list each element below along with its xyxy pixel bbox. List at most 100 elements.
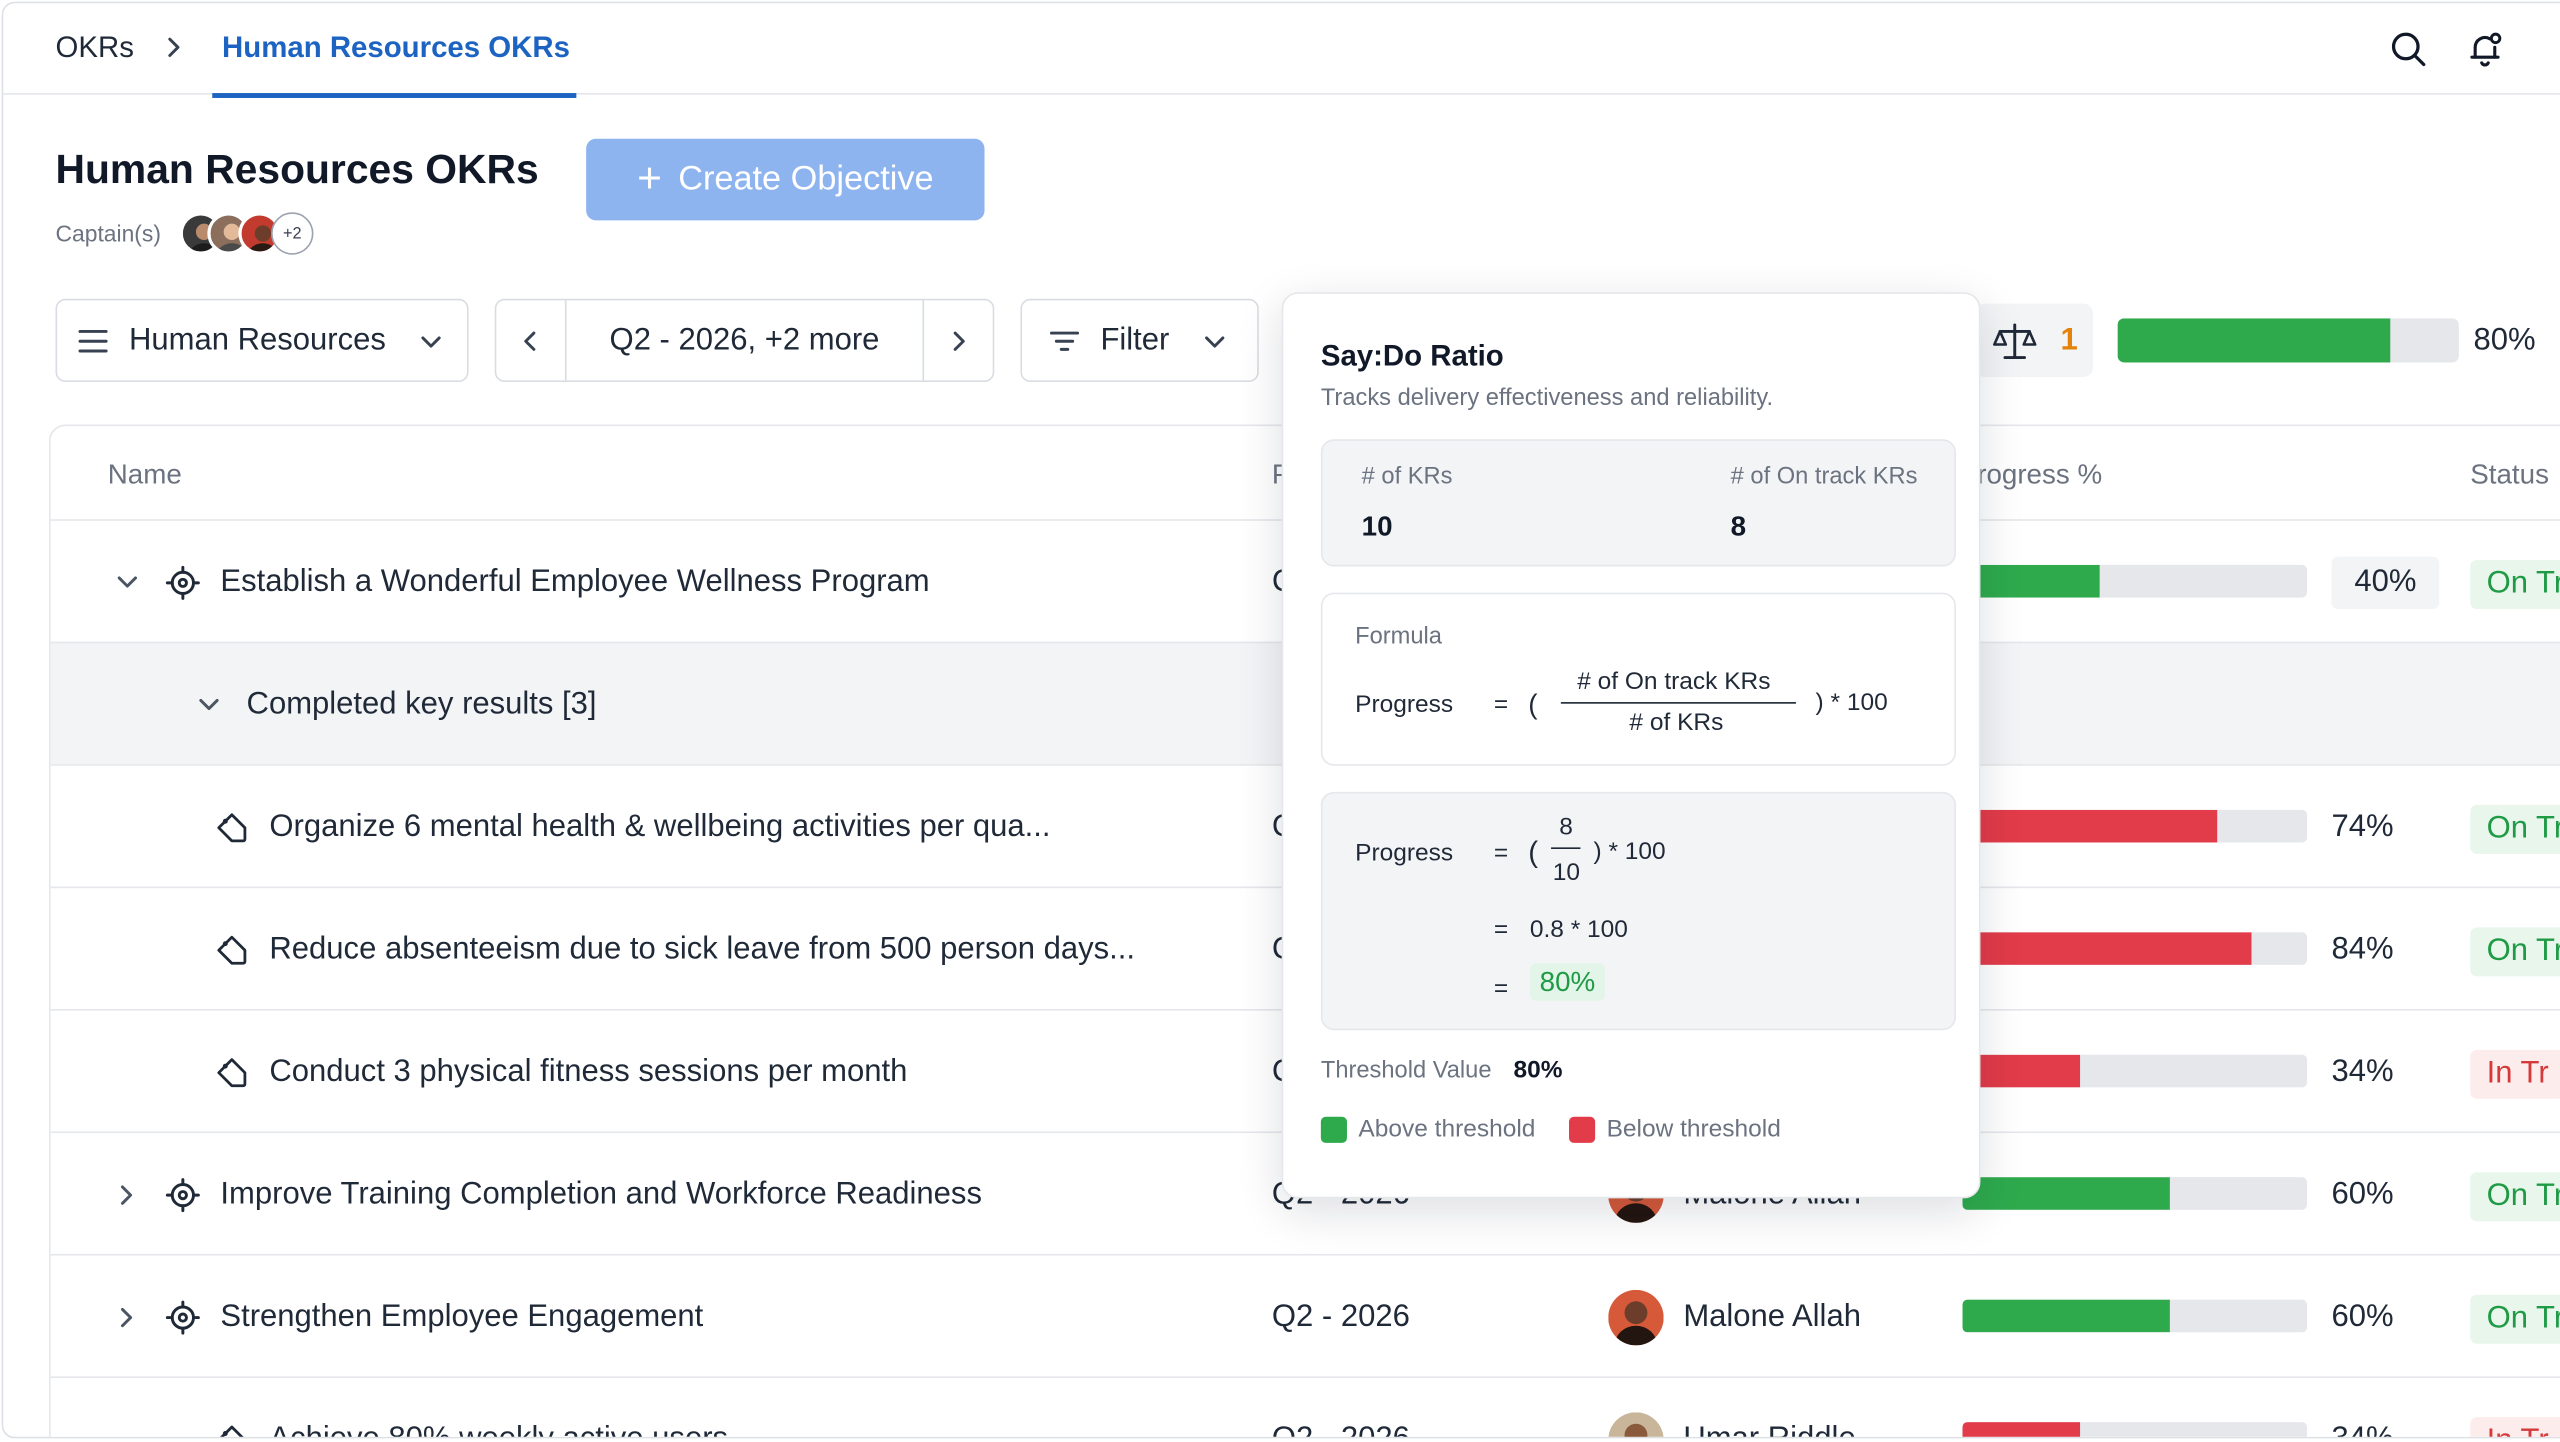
krs-value: 10 xyxy=(1361,511,1393,543)
legend-below-label: Below threshold xyxy=(1606,1115,1781,1143)
target-icon xyxy=(165,1177,200,1212)
threshold-label: Threshold Value xyxy=(1320,1057,1492,1085)
row-name-cell: Organize 6 mental health & wellbeing act… xyxy=(214,766,1051,888)
chevron-down-icon[interactable] xyxy=(109,564,145,600)
row-name-cell: Completed key results [3] xyxy=(191,643,597,765)
avatar xyxy=(1608,1411,1664,1437)
chevron-right-icon xyxy=(953,330,965,351)
row-progress-value: 40% xyxy=(2331,521,2440,643)
legend-above-label: Above threshold xyxy=(1358,1115,1536,1143)
progress-percent: 40% xyxy=(2331,555,2440,609)
row-progress-bar xyxy=(1962,932,2308,965)
page-title: Human Resources OKRs xyxy=(55,146,539,193)
breadcrumb-root[interactable]: OKRs xyxy=(56,31,134,65)
period-next-button[interactable] xyxy=(922,300,992,381)
active-tab-underline xyxy=(212,93,577,98)
row-period: Q2 - 2026 xyxy=(1271,1421,1410,1439)
row-progress-bar xyxy=(1962,1299,2308,1333)
tag-icon xyxy=(217,934,247,964)
column-header-progress[interactable]: rogress % xyxy=(1977,459,2102,492)
say-do-ratio-chip[interactable]: 1 xyxy=(1975,303,2094,378)
row-progress-fill xyxy=(1962,1299,2170,1333)
owner-name: Umar Riddle xyxy=(1683,1421,1856,1439)
top-bar: OKRs Human Resources OKRs xyxy=(3,3,2560,98)
table-row[interactable]: Achieve 80% weekly active users Q2 - 202… xyxy=(50,1376,2560,1439)
scales-icon xyxy=(1993,322,2037,359)
row-period: Q2 - 2026 xyxy=(1271,1298,1410,1334)
search-icon[interactable] xyxy=(2389,29,2428,68)
row-owner[interactable]: Umar Riddle xyxy=(1608,1378,1856,1439)
popover-subtitle: Tracks delivery effectiveness and reliab… xyxy=(1320,385,1774,412)
create-objective-label: Create Objective xyxy=(678,160,934,198)
overall-progress-label: 80% xyxy=(2473,323,2536,358)
group-name: Completed key results [3] xyxy=(246,686,597,721)
calc-numerator: 8 xyxy=(1559,813,1573,841)
key-result-name: Organize 6 mental health & wellbeing act… xyxy=(269,809,1051,844)
krs-label: # of KRs xyxy=(1361,463,1453,490)
row-name-cell: Strengthen Employee Engagement xyxy=(109,1256,703,1378)
row-progress-fill xyxy=(1962,564,2101,598)
bell-icon[interactable] xyxy=(2465,29,2504,68)
app-window: OKRs Human Resources OKRs Human Resource… xyxy=(1,1,2560,1439)
chevron-down-icon xyxy=(1205,336,1225,348)
on-track-value: 8 xyxy=(1730,511,1747,543)
status-badge: In Tr xyxy=(2470,1049,2560,1099)
plus-icon: + xyxy=(637,153,662,203)
filter-button[interactable]: Filter xyxy=(1020,298,1259,383)
row-name-cell: Improve Training Completion and Workforc… xyxy=(109,1133,982,1255)
formula-progress-word: Progress xyxy=(1355,690,1454,719)
department-select[interactable]: Human Resources xyxy=(55,298,469,383)
formula-label: Formula xyxy=(1355,623,1442,650)
chevron-right-icon[interactable] xyxy=(109,1299,145,1335)
row-progress-value: 84% xyxy=(2331,931,2394,966)
row-progress-value: 74% xyxy=(2331,809,2394,844)
row-name-cell: Establish a Wonderful Employee Wellness … xyxy=(109,521,930,643)
status-badge: On Tr xyxy=(2470,560,2560,609)
period-prev-button[interactable] xyxy=(496,300,567,381)
key-result-name: Reduce absenteeism due to sick leave fro… xyxy=(269,931,1136,966)
row-progress-bar xyxy=(1962,564,2308,598)
filter-lines-icon xyxy=(1049,330,1080,351)
formula-denominator: # of KRs xyxy=(1629,708,1724,737)
row-progress-fill xyxy=(1962,1422,2080,1437)
kr-counts-card: # of KRs 10 # of On track KRs 8 xyxy=(1320,439,1956,567)
row-progress-fill xyxy=(1962,1177,2170,1210)
status-badge: On Tr xyxy=(2470,1172,2560,1222)
tag-icon xyxy=(217,812,247,842)
period-value[interactable]: Q2 - 2026, +2 more xyxy=(567,322,923,358)
legend-swatch-above xyxy=(1320,1116,1347,1143)
column-header-name[interactable]: Name xyxy=(108,459,182,492)
create-objective-button[interactable]: + Create Objective xyxy=(586,138,985,221)
chevron-down-icon[interactable] xyxy=(191,687,227,723)
key-result-name: Conduct 3 physical fitness sessions per … xyxy=(269,1053,908,1089)
row-owner[interactable]: Malone Allah xyxy=(1608,1256,1861,1378)
tag-icon xyxy=(217,1424,247,1437)
period-selector: Q2 - 2026, +2 more xyxy=(494,298,995,383)
objective-name: Strengthen Employee Engagement xyxy=(220,1298,704,1334)
hamburger-icon xyxy=(78,329,108,352)
target-icon xyxy=(165,565,200,600)
say-do-count: 1 xyxy=(2060,322,2078,357)
calc-equals-3: = xyxy=(1493,974,1509,1003)
fraction-line xyxy=(1551,847,1581,850)
avatar xyxy=(1608,1289,1664,1345)
table-row[interactable]: Strengthen Employee Engagement Q2 - 2026… xyxy=(50,1253,2560,1378)
row-progress-fill xyxy=(1962,932,2252,965)
status-badge: In Tr xyxy=(2470,1417,2560,1437)
breadcrumb-current[interactable]: Human Resources OKRs xyxy=(222,31,570,65)
column-header-status[interactable]: Status xyxy=(2470,459,2549,492)
target-icon xyxy=(165,1299,200,1334)
calc-equals-2: = xyxy=(1493,915,1509,944)
avatar-more-count: +2 xyxy=(271,212,314,255)
say-do-ratio-popover: Say:Do Ratio Tracks delivery effectivene… xyxy=(1281,292,1981,1199)
calc-denominator: 10 xyxy=(1552,858,1580,887)
chevron-right-icon[interactable] xyxy=(109,1176,145,1212)
row-name-cell: Conduct 3 physical fitness sessions per … xyxy=(214,1011,908,1133)
calc-step-2: 0.8 * 100 xyxy=(1529,915,1628,944)
on-track-label: # of On track KRs xyxy=(1730,463,1918,490)
row-progress-value: 60% xyxy=(2331,1298,2394,1334)
status-badge: On Tr xyxy=(2470,1294,2560,1344)
calc-open-paren: ( xyxy=(1528,835,1539,869)
chevron-down-icon xyxy=(421,336,441,348)
formula-equals: = xyxy=(1493,690,1509,719)
